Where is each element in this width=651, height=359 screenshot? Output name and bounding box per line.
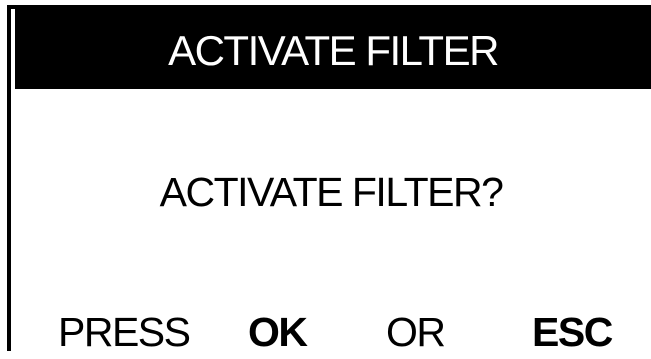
dialog-title: ACTIVATE FILTER xyxy=(168,27,499,74)
esc-key-label[interactable]: ESC xyxy=(532,309,613,356)
prompt-press-label: PRESS xyxy=(58,309,191,355)
prompt-or-label: OR xyxy=(386,309,446,355)
ok-key-label[interactable]: OK xyxy=(248,309,308,356)
filter-dialog-screen: ACTIVATE FILTER ACTIVATE FILTER? PRESS O… xyxy=(7,5,651,355)
activate-filter-question: ACTIVATE FILTER? xyxy=(159,169,504,215)
key-prompt: PRESS OK OR ESC xyxy=(11,309,651,359)
dialog-title-bar: ACTIVATE FILTER xyxy=(15,9,651,89)
